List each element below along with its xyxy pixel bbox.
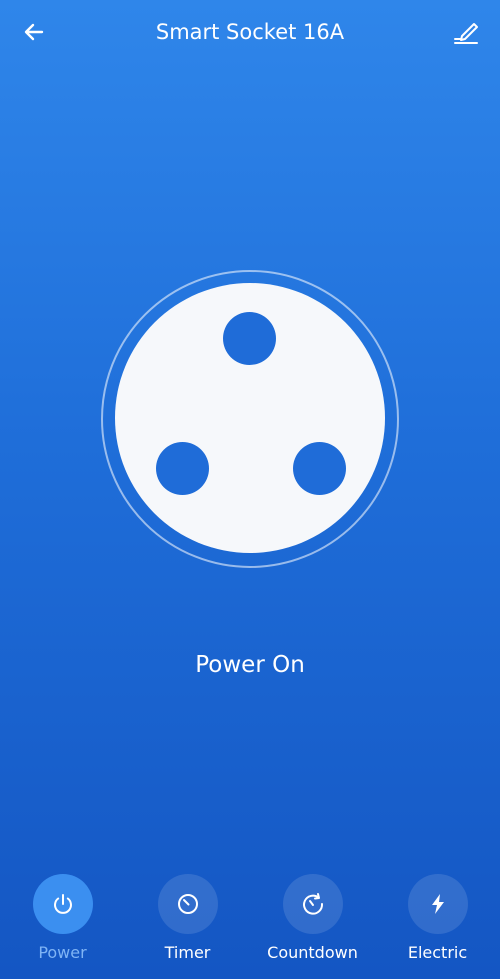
- tab-countdown-label: Countdown: [267, 943, 358, 962]
- socket-pin-right: [293, 442, 346, 495]
- socket-pin-top: [223, 312, 276, 365]
- lightning-icon: [431, 894, 444, 914]
- socket-power-toggle[interactable]: [115, 283, 385, 553]
- power-icon: [53, 894, 72, 914]
- page-title: Smart Socket 16A: [155, 20, 345, 44]
- tab-electric[interactable]: Electric: [375, 858, 500, 962]
- timer-button-circle: [157, 874, 218, 934]
- tab-electric-label: Electric: [407, 943, 468, 962]
- tab-timer[interactable]: Timer: [125, 858, 250, 962]
- tab-power-label: Power: [38, 943, 87, 962]
- countdown-icon: [302, 893, 323, 915]
- header: Smart Socket 16A: [0, 0, 500, 64]
- power-button-circle: [32, 874, 93, 934]
- timer-icon: [177, 894, 198, 914]
- socket-graphic: [101, 270, 399, 568]
- countdown-button-circle: [282, 874, 343, 934]
- bottom-action-bar: Power Timer Countdown Electric: [0, 858, 500, 979]
- tab-power[interactable]: Power: [0, 858, 125, 962]
- power-status-text: Power On: [195, 652, 305, 678]
- tab-countdown[interactable]: Countdown: [250, 858, 375, 962]
- tab-timer-label: Timer: [164, 943, 211, 962]
- electric-button-circle: [407, 874, 468, 934]
- device-screen: Smart Socket 16A Power On Power Timer Co…: [0, 0, 500, 979]
- socket-pin-left: [156, 442, 209, 495]
- edit-pencil-icon: [454, 23, 478, 44]
- edit-button[interactable]: [448, 16, 484, 48]
